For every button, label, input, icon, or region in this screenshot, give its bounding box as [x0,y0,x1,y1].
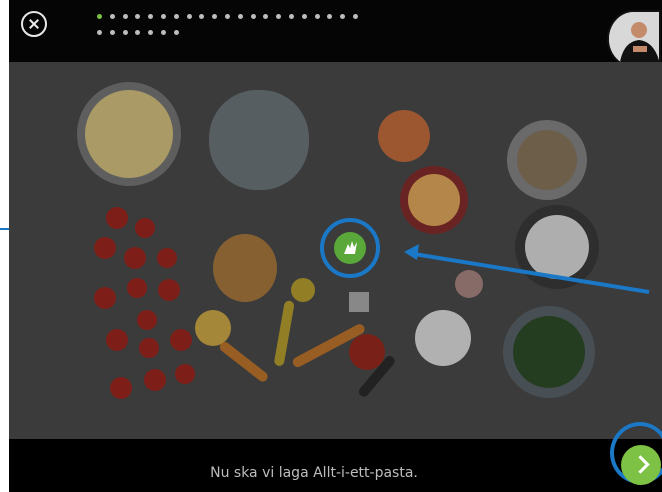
progress-dot [135,14,141,19]
next-button[interactable] [621,445,661,485]
progress-dot [301,14,307,19]
close-button[interactable] [21,11,47,37]
progress-dot [148,30,154,35]
annotation-arrow-left [0,228,9,230]
ingredients-scene [9,62,662,439]
progress-dot [173,14,179,19]
progress-dot [122,14,128,19]
progress-dot [161,14,166,19]
progress-dot [237,14,243,19]
sign-language-avatar [607,10,661,68]
progress-dot [135,30,141,35]
progress-dot [199,14,205,19]
top-bar [9,0,662,68]
progress-dot [173,30,179,35]
hand-sign-button[interactable] [334,232,366,264]
progress-dot [186,14,192,19]
progress-dot [263,14,269,19]
progress-dot [340,14,346,19]
progress-dot [276,14,282,19]
progress-dot [148,14,154,19]
progress-dot [289,14,294,19]
hand-sign-icon [344,241,357,254]
progress-dot [122,30,128,35]
player-frame: Nu ska vi laga Allt-i-ett-pasta. [9,0,662,492]
progress-dot [327,14,333,19]
progress-dot [250,14,256,19]
progress-dot [353,14,358,19]
progress-dot [109,30,115,35]
progress-dot [212,14,218,19]
progress-dot [161,30,166,35]
subtitle-text: Nu ska vi laga Allt-i-ett-pasta. [210,465,418,481]
progress-dot [225,14,230,19]
progress-dot [314,14,320,19]
progress-dot [97,30,102,35]
progress-dot [97,14,102,19]
progress-dot [109,14,115,19]
